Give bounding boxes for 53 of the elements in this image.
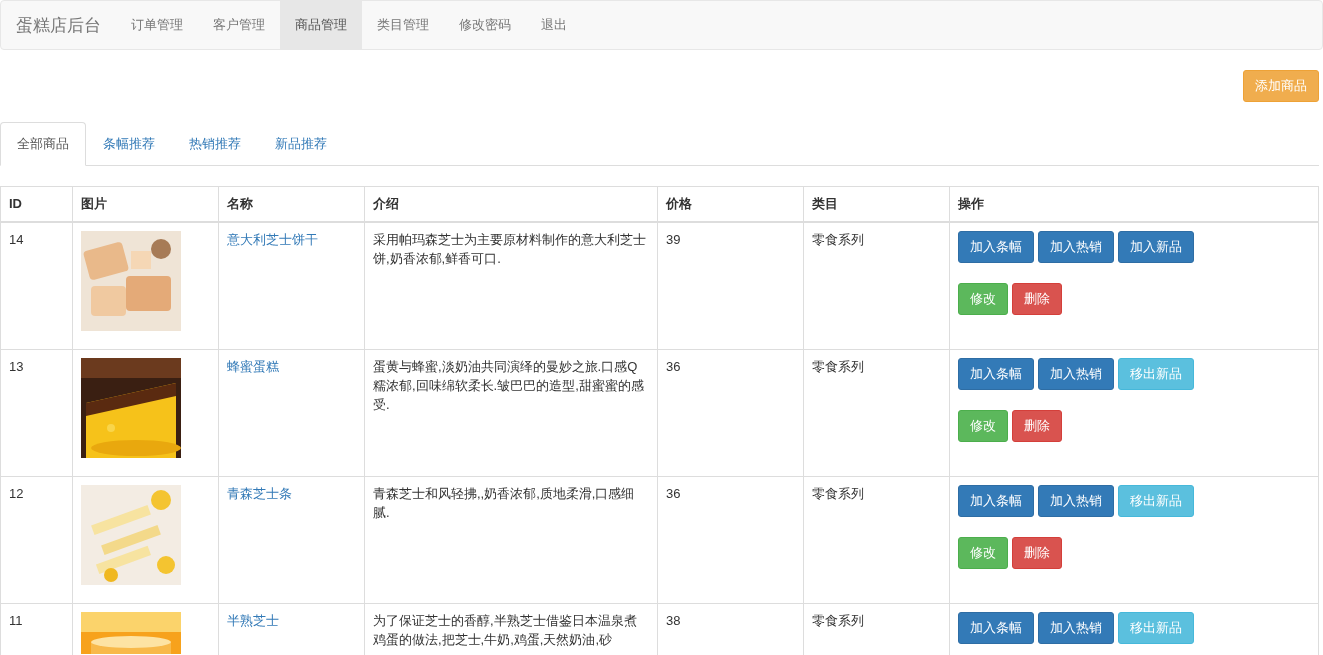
action-button[interactable]: 加入新品 [1118, 231, 1194, 264]
description-cell: 为了保证芝士的香醇,半熟芝士借鉴日本温泉煮鸡蛋的做法,把芝士,牛奶,鸡蛋,天然奶油,砂 [373, 613, 637, 648]
action-button[interactable]: 加入条幅 [958, 485, 1034, 518]
action-button[interactable]: 加入条幅 [958, 612, 1034, 645]
column-header: 操作 [958, 195, 984, 211]
action-button[interactable]: 删除 [1012, 410, 1062, 442]
tab[interactable]: 全部商品 [0, 121, 86, 166]
column-header: 介绍 [373, 195, 399, 211]
action-button[interactable]: 删除 [1012, 537, 1062, 569]
category-cell: 零食系列 [812, 359, 864, 375]
nav-link[interactable]: 修改密码 [444, 1, 526, 49]
action-button[interactable]: 修改 [958, 283, 1008, 315]
action-button[interactable]: 加入热销 [1038, 358, 1114, 391]
price-cell: 39 [666, 232, 681, 248]
brand-title[interactable]: 蛋糕店后台 [1, 1, 116, 49]
column-header: 名称 [227, 195, 253, 211]
action-button[interactable]: 加入热销 [1038, 231, 1114, 264]
nav-link[interactable]: 类目管理 [362, 1, 444, 49]
nav-link[interactable]: 客户管理 [198, 1, 280, 49]
category-cell: 零食系列 [812, 232, 864, 248]
description-cell: 青森芝士和风轻拂,,奶香浓郁,质地柔滑,口感细腻. [373, 486, 635, 521]
description-cell: 蛋黄与蜂蜜,淡奶油共同演绎的曼妙之旅.口感Q糯浓郁,回味绵软柔长.皱巴巴的造型,甜蜜蜜的感受. [373, 359, 644, 413]
action-button[interactable]: 修改 [958, 410, 1008, 442]
action-button[interactable]: 加入条幅 [958, 231, 1034, 264]
product-name-link[interactable]: 意大利芝士饼干 [227, 232, 318, 248]
nav-link[interactable]: 订单管理 [116, 1, 198, 49]
action-button[interactable]: 加入热销 [1038, 612, 1114, 645]
action-button[interactable]: 删除 [1012, 283, 1062, 315]
id-cell: 11 [9, 613, 23, 629]
category-cell: 零食系列 [812, 486, 864, 502]
tab[interactable]: 新品推荐 [258, 121, 344, 166]
tab[interactable]: 热销推荐 [172, 121, 258, 166]
product-name-link[interactable]: 青森芝士条 [227, 486, 292, 502]
column-header: 类目 [812, 195, 838, 211]
action-button[interactable]: 修改 [958, 537, 1008, 569]
column-header: 价格 [666, 195, 692, 211]
price-cell: 36 [666, 486, 681, 502]
price-cell: 38 [666, 613, 681, 629]
action-button[interactable]: 加入条幅 [958, 358, 1034, 391]
description-cell: 采用帕玛森芝士为主要原材料制作的意大利芝士饼,奶香浓郁,鲜香可口. [373, 232, 646, 267]
column-header: ID [9, 195, 22, 211]
category-cell: 零食系列 [812, 613, 864, 629]
nav-link[interactable]: 商品管理 [280, 1, 362, 49]
id-cell: 12 [9, 486, 24, 502]
product-name-link[interactable]: 蜂蜜蛋糕 [227, 359, 279, 375]
id-cell: 14 [9, 232, 24, 248]
column-header: 图片 [81, 195, 107, 211]
product-name-link[interactable]: 半熟芝士 [227, 613, 279, 629]
id-cell: 13 [9, 359, 24, 375]
price-cell: 36 [666, 359, 681, 375]
action-button[interactable]: 加入热销 [1038, 485, 1114, 518]
nav-link[interactable]: 退出 [526, 1, 582, 49]
tab[interactable]: 条幅推荐 [86, 121, 172, 166]
